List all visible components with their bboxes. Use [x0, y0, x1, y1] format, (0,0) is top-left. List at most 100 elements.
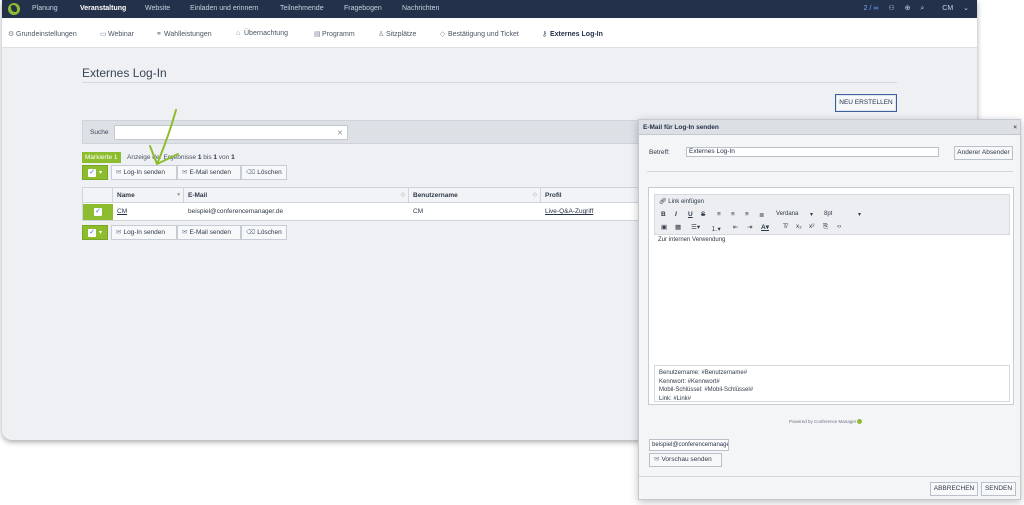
outdent-icon[interactable]: ⇤	[733, 223, 738, 231]
tab-uebernachtung[interactable]: ⌂ Übernachtung	[236, 30, 288, 37]
source-code-icon[interactable]: ‹›	[837, 223, 841, 230]
insert-link-button[interactable]: 🔗︎ Link einfügen	[659, 198, 704, 205]
placeholder-line: Benutzername: #Benutzername#	[659, 370, 748, 376]
mail-icon: ✉	[116, 169, 122, 176]
checkbox-icon: ✓	[88, 169, 96, 177]
close-icon[interactable]: ×	[1013, 120, 1017, 135]
numbered-list-icon[interactable]: ⒈▾	[711, 223, 721, 233]
button-label: E-Mail senden	[189, 169, 232, 176]
users-icon[interactable]: ⚇	[888, 5, 894, 12]
table-icon[interactable]: ▦	[675, 223, 681, 231]
sort-icon: ▾	[177, 192, 180, 198]
tab-programm[interactable]: ▤Programm	[314, 30, 355, 38]
search-icon[interactable]: ⌕	[920, 5, 924, 12]
font-size-value: 8pt	[824, 211, 833, 217]
send-login-button[interactable]: ✉ Log-In senden	[111, 225, 177, 240]
tab-wahlleistungen[interactable]: ⚭ Wahlleistungen	[156, 30, 212, 38]
button-label: Log-In senden	[123, 229, 166, 236]
column-header-profile[interactable]: Profil	[541, 188, 641, 203]
clear-format-icon[interactable]: T̸	[783, 223, 787, 230]
send-login-dialog: E-Mail für Log-In senden × Betreff: Exte…	[638, 119, 1021, 500]
tab-grundeinstellungen[interactable]: ⚙ Grundeinstellungen	[8, 30, 77, 38]
cancel-button[interactable]: ABBRECHEN	[930, 482, 978, 496]
checkbox-icon: ✓	[88, 229, 96, 237]
image-icon[interactable]: ▣	[661, 223, 667, 231]
italic-icon[interactable]: I	[675, 211, 677, 218]
select-all-dropdown[interactable]: ✓ ▾	[82, 165, 108, 180]
options-icon: ⚭	[156, 31, 162, 38]
sort-icon: ◇	[400, 192, 405, 198]
subject-input[interactable]: Externes Log-In	[686, 147, 939, 157]
strikethrough-icon[interactable]: S	[701, 211, 705, 218]
align-justify-icon[interactable]: ≣	[759, 211, 764, 219]
globe-icon[interactable]: ⊕	[905, 5, 911, 12]
subscript-icon[interactable]: x₂	[796, 223, 802, 230]
placeholder-line: Mobil-Schlüssel: #Mobil-Schlüssel#	[659, 387, 754, 393]
editor-body-text[interactable]: Zur internen Verwendung	[658, 237, 725, 243]
calendar-icon: ▤	[314, 31, 321, 38]
cell-profile[interactable]: Live-Q&A-Zugriff	[541, 204, 593, 220]
bold-icon[interactable]: B	[661, 211, 666, 218]
caret-down-icon: ▾	[810, 212, 814, 218]
tab-label: Bestätigung und Ticket	[448, 31, 519, 38]
align-center-icon[interactable]: ≡	[731, 211, 735, 218]
search-label: Suche	[90, 129, 109, 136]
top-right-tools: 2 / ∞ ⚇ ⊕ ⌕ CM ⌄	[856, 4, 969, 13]
font-value: Verdana	[776, 211, 799, 217]
font-select[interactable]: Verdana ▾	[776, 211, 816, 218]
tag-icon: ◇	[440, 31, 446, 38]
delete-button[interactable]: ⌫ Löschen	[241, 225, 287, 240]
indent-icon[interactable]: ⇥	[747, 223, 752, 231]
nav-veranstaltung[interactable]: Veranstaltung	[80, 5, 126, 12]
preview-email-input[interactable]: beispiel@conferencemanager.de	[649, 439, 729, 451]
font-size-select[interactable]: 8pt ▾	[824, 211, 862, 218]
tab-bestaetigung[interactable]: ◇ Bestätigung und Ticket	[440, 30, 519, 38]
chevron-down-icon: ⌄	[963, 5, 969, 12]
align-left-icon[interactable]: ≡	[717, 211, 721, 218]
tab-sitzplaetze[interactable]: ♙ Sitzplätze	[378, 30, 416, 38]
clear-icon[interactable]: ✕	[337, 129, 343, 137]
divider	[82, 82, 897, 83]
nav-fragebogen[interactable]: Fragebogen	[344, 5, 382, 12]
delete-button[interactable]: ⌫ Löschen	[241, 165, 287, 180]
rich-text-editor: 🔗︎ Link einfügen B I U S ≡ ≡ ≡ ≣ Verdana…	[648, 187, 1014, 405]
cell-name[interactable]: CM	[113, 204, 127, 220]
gear-icon: ⚙	[8, 31, 15, 38]
button-label: Löschen	[257, 169, 282, 176]
nav-nachrichten[interactable]: Nachrichten	[402, 5, 439, 12]
row-checkbox[interactable]: ✓	[83, 204, 113, 220]
tab-label: Grundeinstellungen	[16, 31, 77, 38]
sub-navigation: ⚙ Grundeinstellungen ▭Webinar ⚭ Wahlleistu…	[2, 18, 977, 48]
send-email-button[interactable]: ✉ E-Mail senden	[177, 225, 241, 240]
paste-icon[interactable]: ⎘	[823, 223, 828, 231]
other-sender-button[interactable]: Anderer Absender	[954, 146, 1013, 160]
info-total: 1	[231, 154, 235, 161]
tab-externes-login[interactable]: ⚷ Externes Log-In	[542, 30, 603, 38]
cell-email: beispiel@conferencemanager.de	[188, 208, 284, 215]
column-header-username[interactable]: Benutzername ◇	[409, 188, 541, 203]
user-menu[interactable]: CM ⌄	[934, 5, 969, 12]
underline-icon[interactable]: U	[688, 211, 693, 218]
placeholder-line: Link: #Link#	[659, 395, 692, 402]
nav-website[interactable]: Website	[145, 5, 170, 12]
column-header-email[interactable]: E-Mail ◇	[184, 188, 409, 203]
tab-webinar[interactable]: ▭Webinar	[100, 30, 134, 38]
select-all-dropdown[interactable]: ✓ ▾	[82, 225, 108, 240]
nav-planung[interactable]: Planung	[32, 5, 58, 12]
send-button[interactable]: SENDEN	[981, 482, 1016, 496]
logo-icon[interactable]	[8, 3, 20, 15]
nav-einladen[interactable]: Einladen und erinnern	[190, 5, 259, 12]
tab-label: Wahlleistungen	[164, 31, 212, 38]
align-right-icon[interactable]: ≡	[745, 211, 749, 218]
annotation-arrow-icon	[149, 109, 179, 165]
placeholder-box: Benutzername: #Benutzername# Kennwort: #…	[654, 365, 1010, 402]
tab-label: Übernachtung	[244, 30, 288, 37]
font-color-icon[interactable]: A▾	[761, 223, 769, 231]
superscript-icon[interactable]: x²	[809, 223, 814, 230]
send-preview-button[interactable]: ✉ Vorschau senden	[649, 453, 722, 467]
header-label: E-Mail	[188, 192, 208, 199]
bullet-list-icon[interactable]: ☰▾	[691, 223, 700, 231]
new-button[interactable]: NEU ERSTELLEN	[835, 94, 897, 112]
nav-teilnehmende[interactable]: Teilnehmende	[280, 5, 324, 12]
column-header-name[interactable]: Name ▾	[113, 188, 184, 203]
